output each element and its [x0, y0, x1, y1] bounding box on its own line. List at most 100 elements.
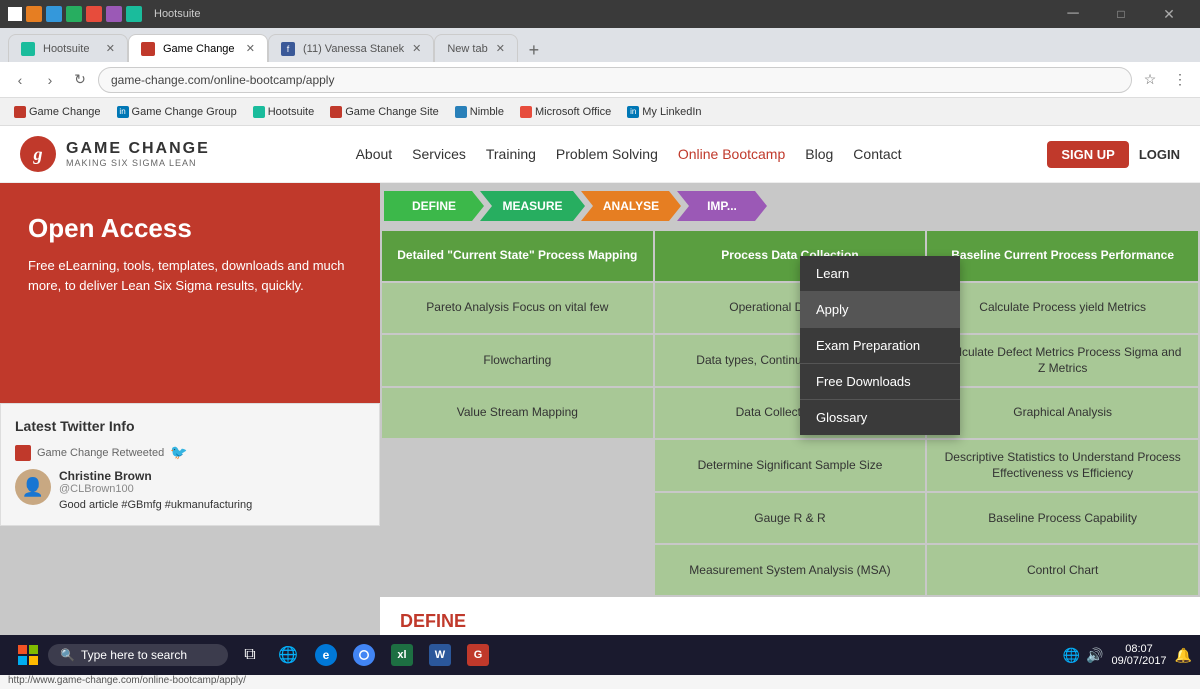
address-bar[interactable]: game-change.com/online-bootcamp/apply: [98, 67, 1132, 93]
login-button[interactable]: LOGIN: [1139, 147, 1180, 162]
network-icon[interactable]: 🌐: [1063, 647, 1080, 664]
tweet-body: Good article #GBmfg #ukmanufacturing: [59, 499, 365, 511]
taskbar-edge[interactable]: e: [308, 637, 344, 673]
bookmark-button[interactable]: ☆: [1138, 68, 1162, 92]
taskbar-ie[interactable]: 🌐: [270, 637, 306, 673]
bookmark-icon-gc: [14, 106, 26, 118]
clock-date: 09/07/2017: [1112, 655, 1167, 667]
grid-cell-pareto[interactable]: Pareto Analysis Focus on vital few: [382, 283, 653, 333]
grid-cell-empty-2: [382, 493, 653, 543]
taskbar-word[interactable]: W: [422, 637, 458, 673]
bookmark-msoffice[interactable]: Microsoft Office: [514, 104, 617, 120]
settings-button[interactable]: ⋮: [1168, 68, 1192, 92]
grid-cell-descriptive-stats[interactable]: Descriptive Statistics to Understand Pro…: [927, 440, 1198, 491]
grid-cell-process-capability[interactable]: Baseline Process Capability: [927, 493, 1198, 543]
grid-cell-control-chart[interactable]: Control Chart: [927, 545, 1198, 595]
start-button[interactable]: [8, 635, 48, 675]
tab-close-newtab[interactable]: ✕: [496, 42, 505, 55]
phase-define[interactable]: DEFINE: [384, 191, 484, 221]
maximize-button[interactable]: □: [1098, 0, 1144, 28]
taskbar-task-view[interactable]: ⧉: [232, 637, 268, 673]
refresh-button[interactable]: ↻: [68, 68, 92, 92]
bookmark-label-gcg: Game Change Group: [132, 106, 237, 118]
taskbar-chrome[interactable]: [346, 637, 382, 673]
grid-cell-baseline-header[interactable]: Baseline Current Process Performance: [927, 231, 1198, 281]
title-bar-left: Hootsuite: [8, 6, 200, 22]
site-header: g GAME CHANGE MAKING SIX SIGMA LEAN Abou…: [0, 126, 1200, 183]
tab-gamechange[interactable]: Game Change ✕: [128, 34, 268, 62]
grid-cell-flowchart[interactable]: Flowcharting: [382, 335, 653, 386]
task-view-icon: ⧉: [244, 646, 255, 664]
logo-letter: g: [34, 144, 43, 165]
windows-logo-icon: [18, 645, 38, 665]
nav-online-bootcamp[interactable]: Online Bootcamp: [678, 142, 785, 166]
grid-cell-defect-metrics[interactable]: Calculate Defect Metrics Process Sigma a…: [927, 335, 1198, 386]
dropdown-learn[interactable]: Learn: [800, 256, 960, 292]
bookmark-linkedin[interactable]: in My LinkedIn: [621, 104, 707, 120]
app-icon-5: [106, 6, 122, 22]
grid-cell-empty-1: [382, 440, 653, 491]
back-button[interactable]: ‹: [8, 68, 32, 92]
grid-cell-msa[interactable]: Measurement System Analysis (MSA): [655, 545, 926, 595]
taskbar-excel[interactable]: xl: [384, 637, 420, 673]
nav-problem-solving[interactable]: Problem Solving: [556, 142, 658, 166]
taskbar-search[interactable]: 🔍 Type here to search: [48, 644, 228, 666]
edge-icon: e: [315, 644, 337, 666]
nav-bar: ‹ › ↻ game-change.com/online-bootcamp/ap…: [0, 62, 1200, 98]
grid-cell-graphical-analysis[interactable]: Graphical Analysis: [927, 388, 1198, 438]
close-button[interactable]: ✕: [1146, 0, 1192, 28]
bookmark-label-h: Hootsuite: [268, 106, 314, 118]
signup-button[interactable]: SIGN UP: [1047, 141, 1128, 168]
tab-close-hootsuite[interactable]: ✕: [106, 42, 115, 55]
nav-about[interactable]: About: [356, 142, 393, 166]
tab-vanessa[interactable]: f (11) Vanessa Stanek ✕: [268, 34, 434, 62]
phase-improve[interactable]: IMP...: [677, 191, 767, 221]
title-bar: Hootsuite ─ □ ✕: [0, 0, 1200, 28]
phase-analyse[interactable]: ANALYSE: [581, 191, 681, 221]
app-icon-4: [86, 6, 102, 22]
nav-contact[interactable]: Contact: [853, 142, 901, 166]
dropdown-apply[interactable]: Apply: [800, 292, 960, 328]
bookmark-hootsuite[interactable]: Hootsuite: [247, 104, 320, 120]
taskbar-extra[interactable]: G: [460, 637, 496, 673]
excel-icon: xl: [391, 644, 413, 666]
tab-newtab[interactable]: New tab ✕: [434, 34, 518, 62]
bookmark-gcsite[interactable]: Game Change Site: [324, 104, 445, 120]
tab-close-gamechange[interactable]: ✕: [246, 42, 255, 55]
phase-measure[interactable]: MEASURE: [480, 191, 585, 221]
forward-button[interactable]: ›: [38, 68, 62, 92]
nav-training[interactable]: Training: [486, 142, 536, 166]
taskbar-pinned-icons: ⧉ 🌐 e xl W G: [232, 637, 496, 673]
tab-hootsuite[interactable]: Hootsuite ✕: [8, 34, 128, 62]
tab-bar: Hootsuite ✕ Game Change ✕ f (11) Vanessa…: [0, 28, 1200, 62]
bookmarks-bar: Game Change in Game Change Group Hootsui…: [0, 98, 1200, 126]
website-content: g GAME CHANGE MAKING SIX SIGMA LEAN Abou…: [0, 126, 1200, 671]
nav-blog[interactable]: Blog: [805, 142, 833, 166]
tweet-user-info: Christine Brown @CLBrown100 Good article…: [59, 469, 365, 511]
bookmark-nimble[interactable]: Nimble: [449, 104, 510, 120]
word-icon: W: [429, 644, 451, 666]
sound-icon[interactable]: 🔊: [1086, 647, 1103, 664]
window-controls[interactable]: ─ □ ✕: [1050, 0, 1192, 28]
bookmark-gamechange[interactable]: Game Change: [8, 104, 107, 120]
grid-cell-define-header[interactable]: Detailed "Current State" Process Mapping: [382, 231, 653, 281]
grid-cell-sample-size[interactable]: Determine Significant Sample Size: [655, 440, 926, 491]
dropdown-glossary[interactable]: Glossary: [800, 400, 960, 435]
dropdown-exam-prep[interactable]: Exam Preparation: [800, 328, 960, 364]
dropdown-free-downloads[interactable]: Free Downloads: [800, 364, 960, 400]
grid-cell-gauge-rr[interactable]: Gauge R & R: [655, 493, 926, 543]
tweet-avatar: 👤: [15, 469, 51, 505]
app-icon-3: [66, 6, 82, 22]
bookmark-label-li: My LinkedIn: [642, 106, 701, 118]
retweet-text: Game Change Retweeted: [37, 447, 164, 459]
nav-services[interactable]: Services: [412, 142, 466, 166]
bookmark-label-gcs: Game Change Site: [345, 106, 439, 118]
tab-close-vanessa[interactable]: ✕: [412, 42, 421, 55]
notifications-button[interactable]: 🔔: [1175, 647, 1192, 664]
grid-cell-vsm[interactable]: Value Stream Mapping: [382, 388, 653, 438]
grid-cell-process-yield[interactable]: Calculate Process yield Metrics: [927, 283, 1198, 333]
bookmark-gcgroup[interactable]: in Game Change Group: [111, 104, 243, 120]
minimize-button[interactable]: ─: [1050, 0, 1096, 28]
new-tab-button[interactable]: +: [522, 38, 546, 62]
hero-title: Open Access: [28, 213, 352, 244]
